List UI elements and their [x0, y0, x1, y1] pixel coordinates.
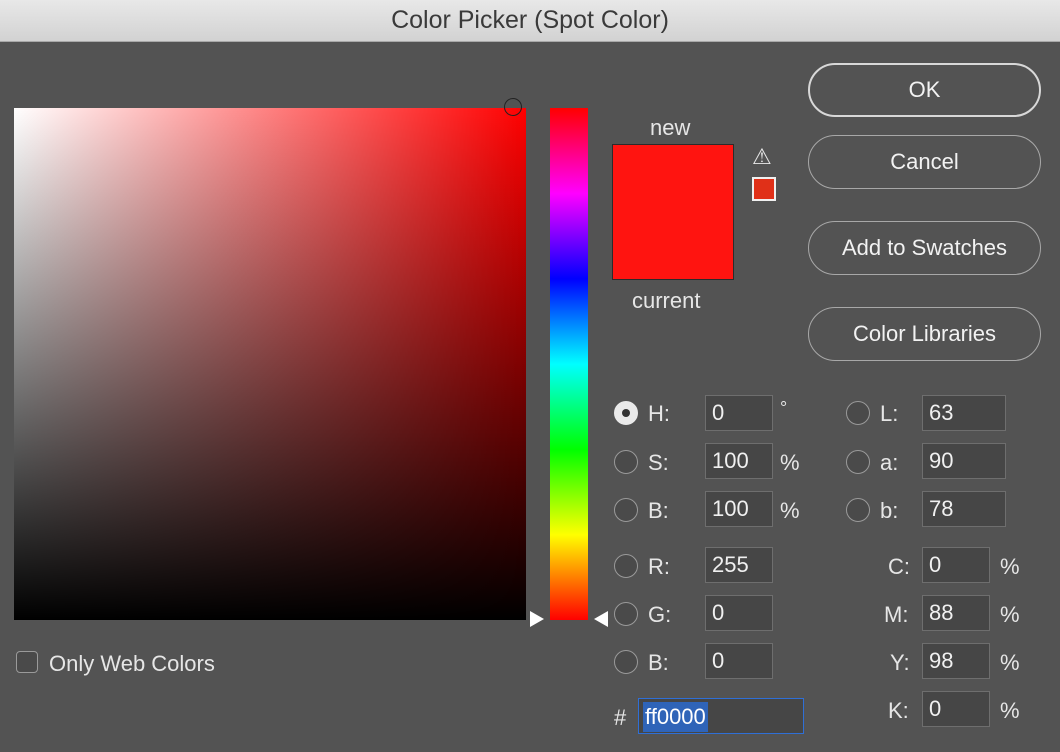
hue-label: H:: [648, 401, 670, 426]
hue-input[interactable]: [705, 395, 773, 431]
black-unit: %: [1000, 698, 1020, 723]
hue-radio[interactable]: [614, 401, 638, 425]
magenta-unit: %: [1000, 602, 1020, 627]
only-web-colors-label: Only Web Colors: [49, 651, 215, 676]
cyan-unit: %: [1000, 554, 1020, 579]
yellow-input[interactable]: [922, 643, 990, 679]
saturation-unit: %: [780, 450, 800, 475]
a-channel-radio[interactable]: [846, 450, 870, 474]
lightness-label: L:: [880, 401, 899, 426]
green-input[interactable]: [705, 595, 773, 631]
color-preview-swatch: [612, 144, 734, 280]
hex-value: ff0000: [643, 702, 708, 732]
cyan-label: C:: [888, 554, 910, 579]
lightness-input[interactable]: [922, 395, 1006, 431]
brightness-input[interactable]: [705, 491, 773, 527]
hex-label: #: [614, 705, 627, 730]
lightness-radio[interactable]: [846, 401, 870, 425]
saturation-brightness-field[interactable]: [14, 108, 526, 620]
green-radio[interactable]: [614, 602, 638, 626]
hue-unit: °: [780, 398, 788, 418]
cancel-button[interactable]: Cancel: [808, 135, 1041, 189]
current-color-swatch[interactable]: [613, 212, 733, 279]
hue-slider-right-handle[interactable]: [594, 611, 608, 627]
saturation-radio[interactable]: [614, 450, 638, 474]
red-input[interactable]: [705, 547, 773, 583]
magenta-label: M:: [884, 602, 909, 627]
hue-slider[interactable]: [550, 108, 588, 620]
current-color-label: current: [632, 288, 701, 313]
color-libraries-button[interactable]: Color Libraries: [808, 307, 1041, 361]
magenta-input[interactable]: [922, 595, 990, 631]
new-color-label: new: [650, 115, 691, 140]
color-field-marker[interactable]: [504, 98, 522, 116]
gamut-correction-swatch[interactable]: [752, 177, 776, 201]
yellow-unit: %: [1000, 650, 1020, 675]
red-radio[interactable]: [614, 554, 638, 578]
cyan-input[interactable]: [922, 547, 990, 583]
saturation-input[interactable]: [705, 443, 773, 479]
ok-button[interactable]: OK: [808, 63, 1041, 117]
blue-label: B:: [648, 650, 669, 675]
b-channel-input[interactable]: [922, 491, 1006, 527]
b-channel-label: b:: [880, 498, 899, 523]
saturation-label: S:: [648, 450, 669, 475]
hex-input[interactable]: ff0000: [638, 698, 804, 734]
title-bar: Color Picker (Spot Color): [0, 0, 1060, 42]
brightness-radio[interactable]: [614, 498, 638, 522]
black-input[interactable]: [922, 691, 990, 727]
yellow-label: Y:: [890, 650, 910, 675]
only-web-colors-checkbox[interactable]: [16, 651, 38, 673]
blue-input[interactable]: [705, 643, 773, 679]
b-channel-radio[interactable]: [846, 498, 870, 522]
black-label: K:: [888, 698, 909, 723]
brightness-unit: %: [780, 498, 800, 523]
hue-slider-left-handle[interactable]: [530, 611, 544, 627]
window-title: Color Picker (Spot Color): [391, 6, 669, 34]
a-channel-input[interactable]: [922, 443, 1006, 479]
green-label: G:: [648, 602, 672, 627]
add-to-swatches-button[interactable]: Add to Swatches: [808, 221, 1041, 275]
a-channel-label: a:: [880, 450, 899, 475]
out-of-gamut-warning-icon[interactable]: ⚠: [752, 146, 772, 168]
brightness-label: B:: [648, 498, 669, 523]
blue-radio[interactable]: [614, 650, 638, 674]
red-label: R:: [648, 554, 670, 579]
new-color-swatch: [613, 145, 733, 212]
